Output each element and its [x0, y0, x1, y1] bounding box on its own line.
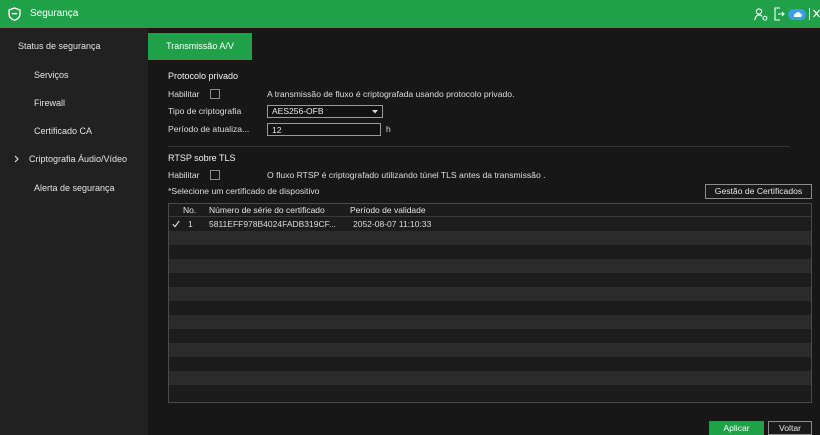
- cell-no: 1: [188, 219, 193, 229]
- cell-validity: 2052-08-07 11:10:33: [353, 219, 432, 229]
- section-title-private-protocol: Protocolo privado: [168, 71, 239, 81]
- apply-button[interactable]: Aplicar: [709, 421, 764, 435]
- certificate-select-hint: *Selecione um certificado de dispositivo: [168, 186, 320, 196]
- update-period-input[interactable]: [267, 123, 381, 136]
- top-bar: Segurança: [0, 0, 820, 28]
- update-period-unit: h: [386, 124, 391, 134]
- table-row[interactable]: [169, 245, 811, 259]
- table-row[interactable]: [169, 371, 811, 385]
- rtsp-tls-description: O fluxo RTSP é criptografado utilizando …: [267, 170, 546, 180]
- sidebar-item-label: Firewall: [34, 98, 66, 108]
- user-icon[interactable]: [754, 8, 768, 21]
- column-header-no[interactable]: No.: [183, 204, 196, 216]
- sidebar-item-label: Serviços: [34, 70, 69, 80]
- shield-icon: [8, 7, 21, 21]
- table-row[interactable]: [169, 259, 811, 273]
- sidebar-item-certificado-ca[interactable]: Certificado CA: [0, 119, 148, 143]
- column-header-validity[interactable]: Período de validade: [350, 204, 426, 216]
- sidebar-item-firewall[interactable]: Firewall: [0, 91, 148, 115]
- sidebar-item-label: Certificado CA: [34, 126, 93, 136]
- rtsp-tls-enable-checkbox[interactable]: [210, 170, 220, 180]
- encryption-type-label: Tipo de criptografia: [168, 106, 242, 116]
- tab-transmissao-av[interactable]: Transmissão A/V: [148, 33, 252, 60]
- cloud-icon[interactable]: [788, 9, 806, 20]
- table-row[interactable]: [169, 287, 811, 301]
- page-title: Segurança: [30, 8, 79, 19]
- back-button[interactable]: Voltar: [768, 421, 812, 435]
- table-row[interactable]: [169, 301, 811, 315]
- chevron-right-icon: [14, 155, 19, 163]
- table-header: No. Número de série do certificado Perío…: [169, 204, 811, 217]
- table-row[interactable]: 1 5811EFF978B4024FADB319CF... 2052-08-07 1…: [169, 217, 811, 231]
- sidebar-item-status-de-seguranca[interactable]: Status de segurança: [0, 34, 148, 58]
- private-protocol-enable-checkbox[interactable]: [210, 89, 220, 99]
- section-title-rtsp-tls: RTSP sobre TLS: [168, 153, 236, 163]
- table-row[interactable]: [169, 357, 811, 371]
- column-header-serial[interactable]: Número de série do certificado: [209, 204, 325, 216]
- check-icon[interactable]: [172, 220, 180, 228]
- table-row[interactable]: [169, 273, 811, 287]
- sidebar: Status de segurança Serviços Firewall Ce…: [0, 28, 148, 435]
- sidebar-item-label: Status de segurança: [18, 41, 101, 51]
- private-protocol-description: A transmissão de fluxo é criptografada u…: [267, 89, 515, 99]
- section-divider: [168, 146, 790, 147]
- table-row[interactable]: [169, 329, 811, 343]
- table-body: 1 5811EFF978B4024FADB319CF... 2052-08-07 1…: [169, 217, 811, 402]
- dropdown-arrow-icon: [372, 110, 378, 114]
- certificates-table: No. Número de série do certificado Perío…: [168, 203, 812, 403]
- encryption-type-value: AES256-OFB: [272, 106, 324, 116]
- enable-label: Habilitar: [168, 89, 200, 99]
- sidebar-item-alerta-de-seguranca[interactable]: Alerta de segurança: [0, 176, 148, 200]
- encryption-type-select[interactable]: AES256-OFB: [267, 105, 383, 118]
- table-row[interactable]: [169, 231, 811, 245]
- table-row[interactable]: [169, 385, 811, 399]
- manage-certificates-button[interactable]: Gestão de Certificados: [705, 184, 812, 199]
- sidebar-item-label: Criptografia Áudio/Vídeo: [29, 154, 128, 164]
- header-divider: [809, 8, 810, 20]
- sidebar-item-criptografia-audio-video[interactable]: Criptografia Áudio/Vídeo: [0, 147, 148, 171]
- update-period-label: Período de atualiza...: [168, 124, 250, 134]
- close-icon[interactable]: [813, 9, 820, 18]
- sidebar-item-label: Alerta de segurança: [34, 183, 115, 193]
- logout-icon[interactable]: [774, 7, 785, 21]
- table-row[interactable]: [169, 315, 811, 329]
- table-row[interactable]: [169, 343, 811, 357]
- enable-label: Habilitar: [168, 170, 200, 180]
- cell-serial: 5811EFF978B4024FADB319CF...: [209, 219, 336, 229]
- sidebar-item-servicos[interactable]: Serviços: [0, 63, 148, 87]
